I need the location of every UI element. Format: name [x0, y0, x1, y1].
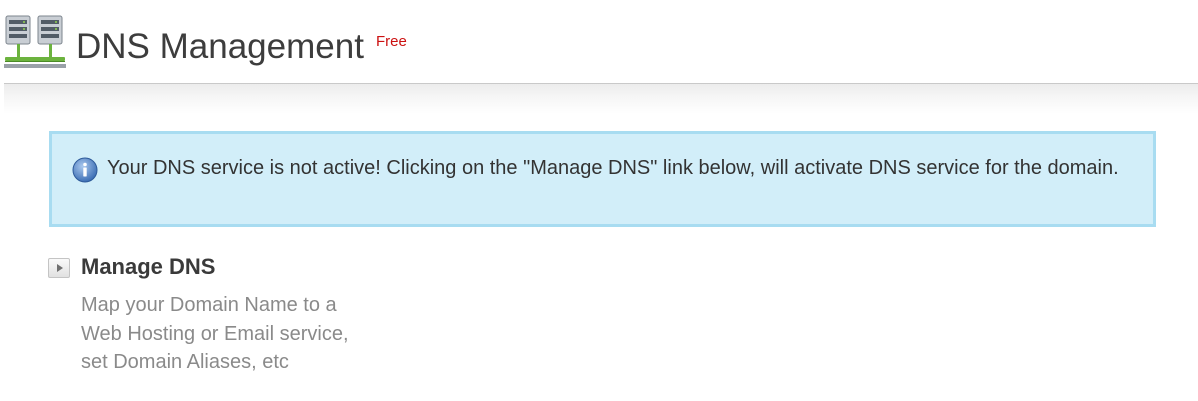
alert-message: Your DNS service is not active! Clicking…: [107, 157, 1119, 179]
dns-management-page: DNS Management Free Your DNS service is …: [0, 0, 1198, 401]
manage-dns-description: Map your Domain Name to a Web Hosting or…: [81, 291, 401, 377]
info-icon: [72, 157, 98, 183]
description-line: Map your Domain Name to a: [81, 294, 337, 316]
manage-dns-item: Manage DNS Map your Domain Name to a Web…: [48, 252, 448, 382]
free-badge: Free: [376, 33, 407, 50]
description-line: Web Hosting or Email service,: [81, 322, 349, 345]
dns-servers-icon: [4, 15, 66, 68]
dns-inactive-alert: Your DNS service is not active! Clicking…: [49, 131, 1156, 227]
page-header: DNS Management Free: [0, 0, 1198, 84]
play-arrow-icon: [57, 264, 63, 272]
manage-dns-link[interactable]: Manage DNS: [81, 253, 215, 281]
manage-dns-expand-button[interactable]: [48, 258, 70, 278]
header-shadow: [4, 84, 1198, 114]
description-line: set Domain Aliases, etc: [81, 351, 289, 373]
page-title: DNS Management: [76, 27, 364, 66]
